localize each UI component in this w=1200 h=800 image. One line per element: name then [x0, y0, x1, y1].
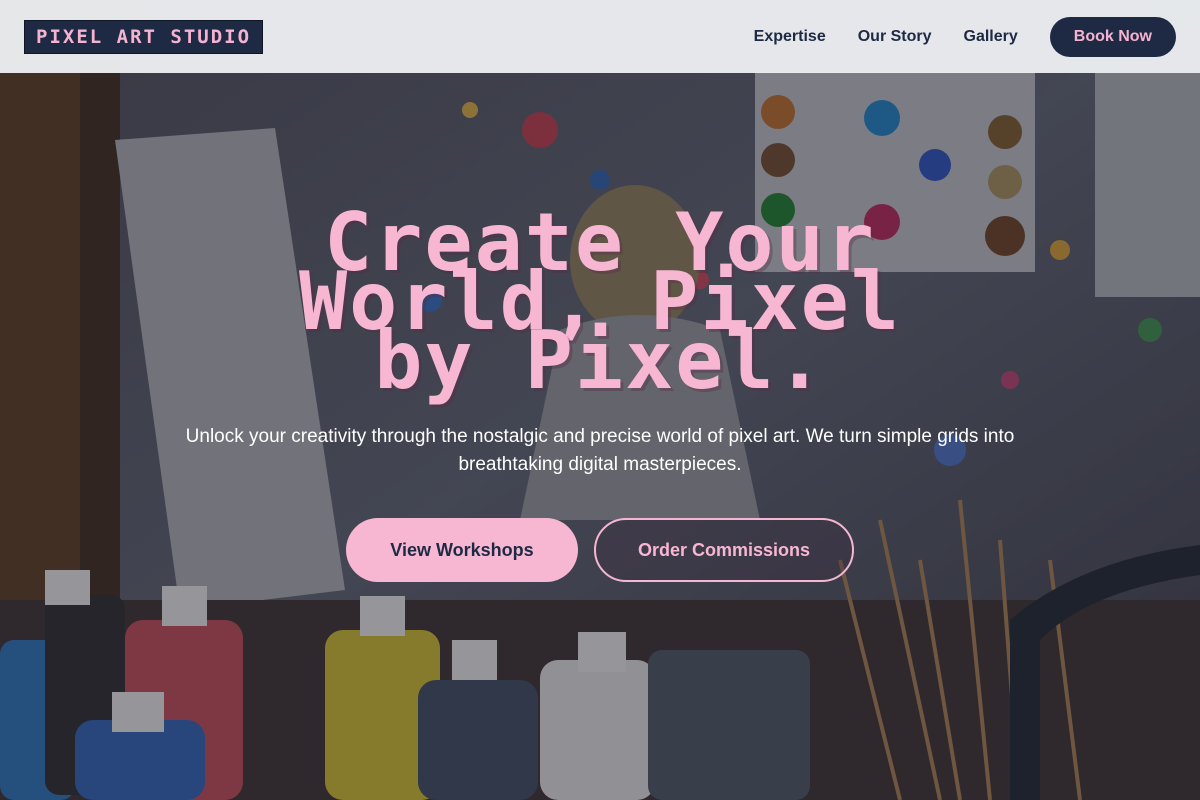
view-workshops-button[interactable]: View Workshops [346, 518, 578, 582]
nav-link-expertise[interactable]: Expertise [754, 28, 826, 46]
hero-section: Create Your World, Pixel by Pixel. Unloc… [0, 73, 1200, 800]
site-logo[interactable]: PIXEL ART STUDIO [24, 19, 264, 54]
nav-link-our-story[interactable]: Our Story [858, 28, 932, 46]
main-navigation: Expertise Our Story Gallery Book Now [754, 16, 1176, 57]
hero-cta-group: View Workshops Order Commissions [0, 518, 1200, 582]
hero-title-line-3: by Pixel. [374, 314, 826, 407]
book-now-button[interactable]: Book Now [1049, 16, 1176, 57]
nav-link-gallery[interactable]: Gallery [964, 28, 1018, 46]
hero-title: Create Your World, Pixel by Pixel. [150, 203, 1050, 407]
site-header: PIXEL ART STUDIO Expertise Our Story Gal… [0, 0, 1200, 73]
hero-subtitle: Unlock your creativity through the nosta… [185, 426, 1015, 475]
order-commissions-button[interactable]: Order Commissions [594, 518, 854, 582]
